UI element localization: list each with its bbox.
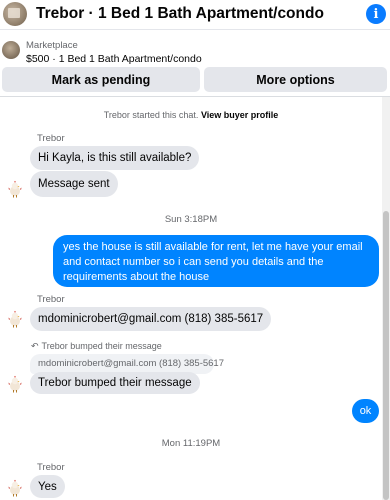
more-options-button[interactable]: More options (204, 67, 387, 92)
message-sender: Trebor (37, 133, 65, 144)
message-sender: Trebor (37, 462, 65, 473)
listing-thumbnail (2, 41, 20, 59)
chat-start-text: Trebor started this chat. (103, 110, 199, 120)
outgoing-message[interactable]: yes the house is still available for ren… (53, 235, 379, 287)
incoming-message[interactable]: Yes (30, 475, 65, 498)
listing-price-title: $500 · 1 Bed 1 Bath Apartment/condo (26, 53, 202, 65)
chat-start-note: Trebor started this chat. View buyer pro… (0, 110, 382, 120)
chat-scrollbar-thumb[interactable] (383, 211, 389, 500)
chat-title[interactable]: Trebor · 1 Bed 1 Bath Apartment/condo (36, 5, 324, 23)
message-sender: Trebor (37, 294, 65, 305)
reply-arrow-icon: ↶ (31, 341, 39, 351)
quoted-message[interactable]: mdominicrobert@gmail.com (818) 385-5617 (30, 354, 224, 374)
listing-source-label: Marketplace (26, 40, 78, 51)
sender-avatar-icon[interactable] (6, 310, 24, 328)
incoming-message[interactable]: mdominicrobert@gmail.com (818) 385-5617 (30, 307, 272, 331)
incoming-message[interactable]: Trebor bumped their message (30, 372, 200, 394)
bump-note-text: Trebor bumped their message (41, 341, 162, 351)
message-timestamp: Sun 3:18PM (164, 214, 218, 225)
outgoing-message[interactable]: ok (352, 399, 379, 423)
listing-summary[interactable]: Marketplace $500 · 1 Bed 1 Bath Apartmen… (0, 31, 390, 66)
chat-header: Trebor · 1 Bed 1 Bath Apartment/condo i (0, 0, 390, 30)
listing-avatar[interactable] (3, 2, 27, 26)
mark-as-pending-button[interactable]: Mark as pending (2, 67, 200, 92)
bump-note: ↶ Trebor bumped their message (31, 341, 162, 352)
info-icon[interactable]: i (366, 4, 386, 24)
sender-avatar-icon[interactable] (6, 180, 24, 198)
incoming-message[interactable]: Hi Kayla, is this still available? (30, 146, 200, 170)
sender-avatar-icon[interactable] (6, 479, 24, 497)
header-divider (0, 96, 390, 97)
sender-avatar-icon[interactable] (6, 375, 24, 393)
listing-actions: Mark as pending More options (0, 67, 390, 93)
incoming-message[interactable]: Message sent (30, 171, 118, 197)
message-timestamp: Mon 11:19PM (161, 438, 221, 449)
view-buyer-profile-link[interactable]: View buyer profile (201, 110, 278, 120)
